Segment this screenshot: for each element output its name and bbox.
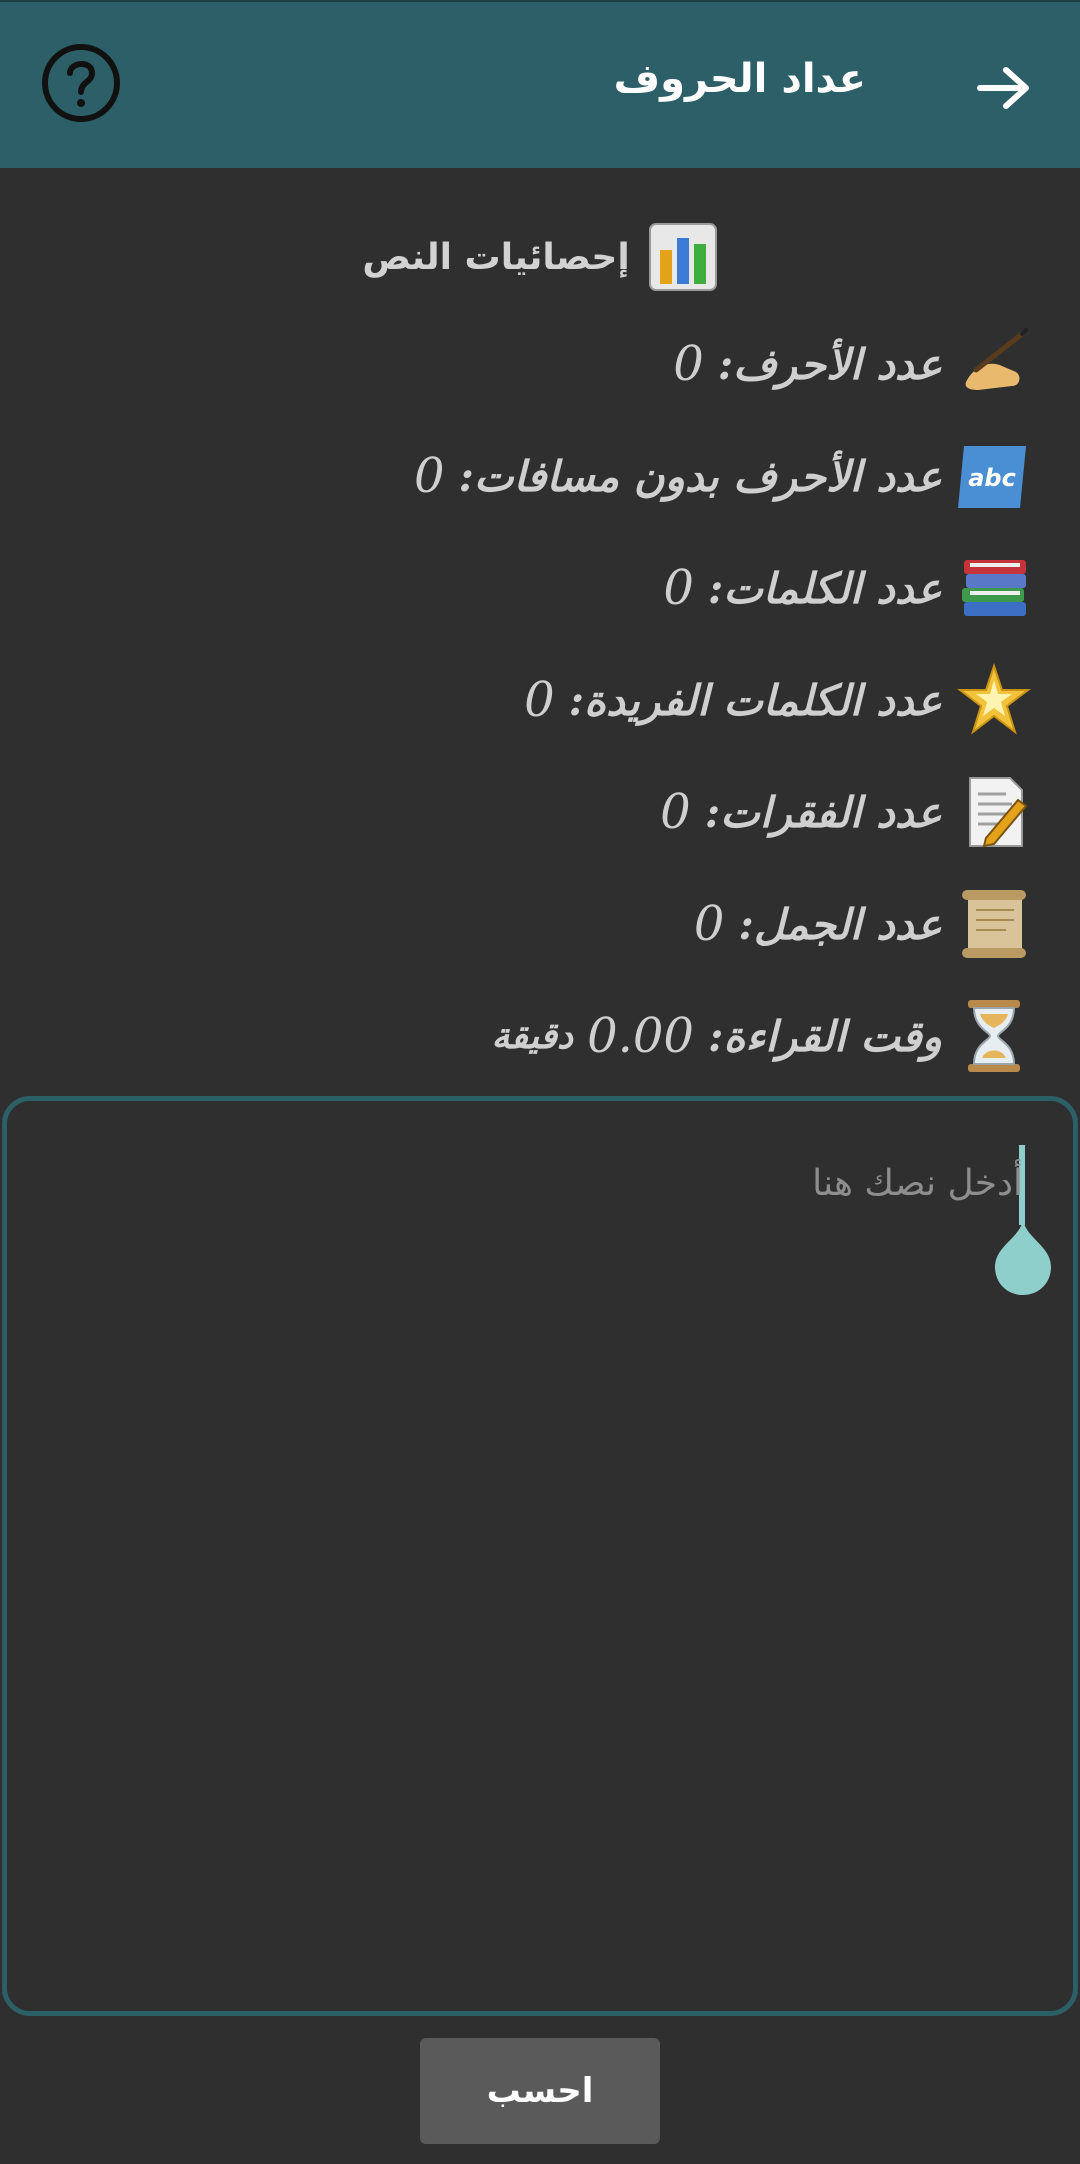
stat-value: 0 xyxy=(660,784,691,840)
stat-unit: دقيقة xyxy=(491,1015,574,1057)
stat-label: عدد الفقرات: xyxy=(704,787,942,837)
stat-label: عدد الكلمات الفريدة: xyxy=(568,675,942,725)
stat-row-reading-time: وقت القراءة: 0.00 دقيقة xyxy=(491,994,1032,1078)
page-title: عداد الحروف xyxy=(613,56,866,102)
stat-value: 0.00 xyxy=(587,1008,694,1064)
stat-value: 0 xyxy=(673,336,704,392)
caret-handle-icon[interactable] xyxy=(991,1217,1055,1297)
app-screen: عداد الحروف إحصائيات النص عدد الأحرف: 0 xyxy=(0,0,1080,2164)
stat-row-words: عدد الكلمات: 0 xyxy=(663,546,1032,630)
stat-label: عدد الأحرف: xyxy=(717,339,942,389)
stat-value: 0 xyxy=(413,448,445,504)
stat-label: وقت القراءة: xyxy=(707,1011,942,1061)
abc-icon: abc xyxy=(958,446,1026,508)
hourglass-icon xyxy=(968,1000,1020,1072)
app-bar: عداد الحروف xyxy=(0,0,1080,168)
stat-row-characters: عدد الأحرف: 0 xyxy=(673,322,1032,406)
back-button[interactable] xyxy=(968,52,1040,124)
stats-heading: إحصائيات النص xyxy=(0,222,1080,292)
sparkle-star-icon xyxy=(957,662,1031,735)
arrow-right-icon xyxy=(977,67,1029,109)
stat-label: عدد الأحرف بدون مسافات: xyxy=(458,451,942,501)
stat-label: عدد الكلمات: xyxy=(707,563,942,613)
stats-heading-text: إحصائيات النص xyxy=(362,236,630,278)
stat-row-paragraphs: عدد الفقرات: 0 xyxy=(660,770,1032,854)
stat-value: 0 xyxy=(524,672,555,728)
text-input-area[interactable]: أدخل نصك هنا xyxy=(2,1096,1078,2016)
stat-row-characters-no-spaces: abc عدد الأحرف بدون مسافات: 0 xyxy=(414,434,1032,518)
stat-value: 0 xyxy=(663,560,694,616)
svg-text:abc: abc xyxy=(968,464,1016,492)
stat-row-sentences: عدد الجمل: 0 xyxy=(694,882,1032,966)
stat-value: 0 xyxy=(693,896,725,952)
bar-chart-icon xyxy=(648,223,717,291)
help-button[interactable] xyxy=(40,42,122,124)
books-icon xyxy=(962,560,1026,616)
writing-hand-icon xyxy=(965,328,1028,390)
stat-row-unique-words: عدد الكلمات الفريدة: 0 xyxy=(524,658,1032,742)
scroll-icon xyxy=(962,890,1026,958)
stat-label: عدد الجمل: xyxy=(738,899,942,949)
document-pencil-icon xyxy=(969,777,1028,848)
text-input-placeholder: أدخل نصك هنا xyxy=(812,1163,1023,1204)
calculate-button[interactable]: احسب xyxy=(420,2038,660,2144)
help-circle-icon xyxy=(42,44,120,122)
